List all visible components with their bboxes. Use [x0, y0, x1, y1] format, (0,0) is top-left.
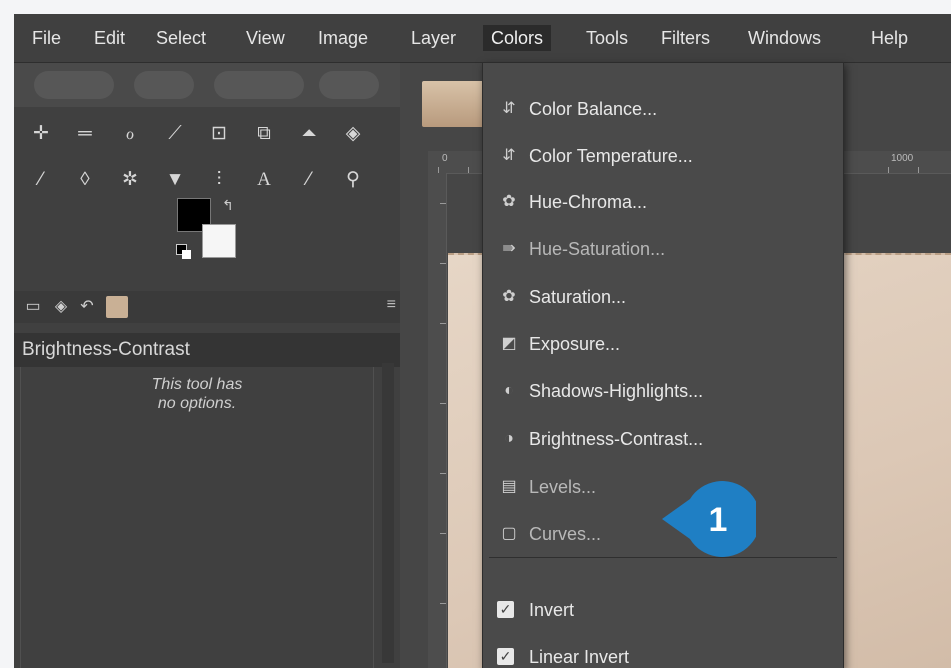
brightness-contrast-icon: ◑ [504, 430, 514, 447]
vertical-ruler[interactable] [428, 173, 447, 668]
color-picker-icon[interactable]: ⁄ [296, 167, 322, 193]
invert-icon: ✓ [497, 601, 514, 618]
menu-item-brightness-contrast[interactable]: ◑ Brightness-Contrast... [483, 417, 843, 461]
menu-item-label: Hue-Saturation... [529, 239, 666, 259]
ruler-label-1000: 1000 [891, 153, 914, 164]
shadows-highlights-icon: ◐ [504, 382, 514, 399]
images-tab-icon[interactable] [106, 296, 128, 318]
background-color-swatch[interactable] [202, 224, 236, 258]
menu-item-label: Levels... [529, 477, 597, 497]
menu-item-label: Brightness-Contrast... [529, 429, 704, 449]
menu-filters[interactable]: Filters [657, 25, 714, 51]
warp-icon[interactable]: ⏶ [296, 121, 322, 147]
ruler-label-0: 0 [442, 153, 448, 164]
menu-item-invert[interactable]: ✓ Invert [483, 588, 843, 632]
menu-item-shadows-highlights[interactable]: ◐ Shadows-Highlights... [483, 369, 843, 413]
menu-image[interactable]: Image [314, 25, 372, 51]
menu-item-exposure[interactable]: ◩ Exposure... [483, 322, 843, 366]
menu-item-label: Curves... [529, 524, 602, 544]
undo-history-tab-icon[interactable]: ↶ [76, 296, 98, 318]
hue-saturation-icon: ⇛ [502, 240, 516, 257]
menu-item-hue-saturation[interactable]: ⇛ Hue-Saturation... [483, 227, 843, 271]
menu-item-label: Saturation... [529, 287, 627, 307]
menu-view[interactable]: View [242, 25, 289, 51]
default-colors-bg [182, 250, 191, 259]
colors-menu: ⇵ Color Balance... ⇵ Color Temperature..… [482, 62, 844, 668]
tool-options-title: Brightness-Contrast [14, 333, 400, 367]
menu-file[interactable]: File [28, 25, 65, 51]
color-temperature-icon: ⇵ [502, 147, 516, 164]
menu-layer[interactable]: Layer [407, 25, 460, 51]
menu-bar: File Edit Select View Image Layer Colors… [14, 14, 951, 63]
tool-options-body: This tool has no options. [20, 367, 374, 668]
fuzzy-select-icon[interactable]: ⟋ [162, 121, 188, 147]
lasso-icon[interactable]: ℴ [117, 121, 143, 147]
toolbox-panel: ✛ ═ ℴ ⟋ ⊡ ⧉ ⏶ ◈ ⁄ ◊ ✲ ▼ ⫶ A ⁄ ⚲ ↰ ▭ ◈ ↶ … [14, 63, 400, 668]
menu-select[interactable]: Select [152, 25, 210, 51]
menu-item-label: Hue-Chroma... [529, 192, 648, 212]
crop-icon[interactable]: ⊡ [206, 121, 232, 147]
color-balance-icon: ⇵ [502, 100, 516, 117]
swap-colors-icon[interactable]: ↰ [222, 197, 234, 214]
menu-help[interactable]: Help [867, 25, 912, 51]
tool-options-tab-icon[interactable]: ▭ [22, 296, 44, 318]
text-icon[interactable]: A [251, 167, 277, 193]
clone-icon[interactable]: ▼ [162, 167, 188, 193]
align-icon[interactable]: ═ [72, 121, 98, 147]
callout-number: 1 [709, 501, 728, 539]
levels-icon: ▤ [501, 478, 517, 495]
menu-item-label: Exposure... [529, 334, 621, 354]
toolbox-header [14, 63, 400, 107]
menu-edit[interactable]: Edit [90, 25, 129, 51]
menu-windows[interactable]: Windows [744, 25, 825, 51]
menu-tools[interactable]: Tools [582, 25, 632, 51]
menu-item-hue-chroma[interactable]: ✿ Hue-Chroma... [483, 180, 843, 224]
tool-options-tabs: ▭ ◈ ↶ ≡ [14, 291, 400, 323]
linear-invert-icon: ✓ [497, 648, 514, 665]
menu-item-label: Color Temperature... [529, 146, 693, 166]
unified-transform-icon[interactable]: ⧉ [251, 121, 277, 147]
exposure-icon: ◩ [501, 335, 517, 352]
menu-colors[interactable]: Colors [483, 25, 552, 51]
menu-item-color-temperature[interactable]: ⇵ Color Temperature... [483, 134, 843, 178]
paths-icon[interactable]: ⫶ [206, 167, 232, 193]
curves-icon: ▢ [501, 525, 517, 542]
menu-item-saturation[interactable]: ✿ Saturation... [483, 275, 843, 319]
zoom-icon[interactable]: ⚲ [340, 167, 366, 193]
heal-icon[interactable]: ✲ [117, 167, 143, 193]
paintbrush-icon[interactable]: ⁄ [28, 167, 54, 193]
device-status-tab-icon[interactable]: ◈ [50, 296, 72, 318]
menu-item-label: Shadows-Highlights... [529, 381, 704, 401]
tool-options-scrollbar[interactable] [382, 363, 394, 663]
panel-menu-icon[interactable]: ≡ [387, 296, 396, 314]
menu-item-label: Invert [529, 600, 575, 620]
step-callout-badge: 1 [662, 481, 756, 557]
move-icon[interactable]: ✛ [28, 121, 54, 147]
menu-item-label: Linear Invert [529, 647, 630, 667]
saturation-icon: ✿ [502, 288, 516, 305]
eraser-icon[interactable]: ◊ [72, 167, 98, 193]
menu-item-linear-invert[interactable]: ✓ Linear Invert [483, 635, 843, 668]
hue-chroma-icon: ✿ [502, 193, 516, 210]
menu-item-color-balance[interactable]: ⇵ Color Balance... [483, 87, 843, 131]
gimp-window: File Edit Select View Image Layer Colors… [14, 14, 951, 668]
tool-options-message: This tool has no options. [151, 376, 243, 412]
menu-item-label: Color Balance... [529, 99, 658, 119]
bucket-fill-icon[interactable]: ◈ [340, 121, 366, 147]
